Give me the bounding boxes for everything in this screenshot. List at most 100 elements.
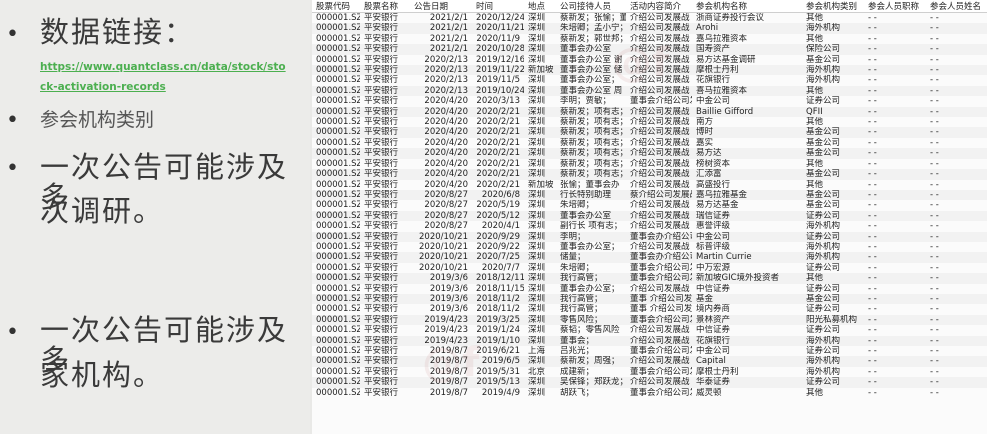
table-cell[interactable]: 摩根士丹利 [692, 65, 802, 76]
table-cell[interactable]: 000001.SZ [312, 148, 360, 159]
table-row[interactable]: 000001.SZ 平安银行 2019/4/23 2019/3/25 深圳 零售风险； 董事… [312, 314, 987, 326]
table-cell[interactable]: - - [864, 377, 926, 388]
table-cell[interactable]: 介绍公司发展战 [626, 335, 692, 346]
table-cell[interactable]: 其他 [802, 34, 864, 44]
table-cell[interactable]: Capital [692, 356, 802, 367]
table-cell[interactable]: Martin Currie [692, 252, 802, 263]
table-cell[interactable]: 平安银行 [360, 242, 410, 252]
table-cell[interactable]: 深圳 [524, 75, 556, 85]
table-cell[interactable]: 2019/5/31 [472, 367, 524, 377]
table-cell[interactable]: - - [926, 252, 987, 263]
table-cell[interactable]: - - [864, 117, 926, 127]
table-cell[interactable]: 平安银行 [360, 127, 410, 138]
table-cell[interactable]: - - [864, 75, 926, 85]
table-cell[interactable]: 平安银行 [360, 263, 410, 273]
table-cell[interactable]: 深圳 [524, 314, 556, 326]
table-cell[interactable]: 000001.SZ [312, 106, 360, 118]
table-cell[interactable]: 深圳 [524, 55, 556, 65]
table-cell[interactable]: - - [864, 169, 926, 180]
table-cell[interactable]: 其他 [802, 388, 864, 398]
table-cell[interactable]: 证券公司 [802, 210, 864, 222]
table-row[interactable]: 000001.SZ 平安银行 2021/2/1 2020/12/24 深圳 蔡新发；张愉；… [312, 13, 987, 24]
table-cell[interactable]: - - [864, 252, 926, 263]
table-cell[interactable]: 中万宏源 [692, 263, 802, 273]
table-cell[interactable]: 董事 介绍公司发展战 [626, 293, 692, 305]
table-cell[interactable]: 董事会办介绍公司发展战 [626, 231, 692, 242]
table-cell[interactable]: 证券公司 [802, 231, 864, 242]
table-cell[interactable]: 朱培卿； [556, 263, 626, 273]
table-cell[interactable]: 平安银行 [360, 96, 410, 106]
table-cell[interactable]: 2020/4/20 [410, 169, 472, 180]
table-cell[interactable]: 000001.SZ [312, 13, 360, 24]
table-cell[interactable]: 2019/8/7 [410, 377, 472, 388]
table-row[interactable]: 000001.SZ 平安银行 2020/4/20 2020/2/21 深圳 蔡新发；项有志… [312, 159, 987, 169]
table-cell[interactable]: 华泰证券 [692, 377, 802, 388]
table-cell[interactable]: 2019/11/5 [472, 75, 524, 85]
table-cell[interactable]: 介绍公司发展战 [626, 23, 692, 34]
table-cell[interactable]: 深圳 [524, 200, 556, 210]
table-cell[interactable]: 平安银行 [360, 314, 410, 326]
table-cell[interactable]: - - [926, 148, 987, 159]
table-cell[interactable]: 新加坡GIC境外投资者 [692, 273, 802, 284]
table-row[interactable]: 000001.SZ 平安银行 2020/8/27 2020/5/12 深圳 董事会办公室介… [312, 210, 987, 222]
table-cell[interactable]: 000001.SZ [312, 325, 360, 335]
table-row[interactable]: 000001.SZ 平安银行 2020/10/21 2020/7/25 深圳 储量； 董事会… [312, 252, 987, 263]
table-cell[interactable]: - - [926, 335, 987, 346]
table-cell[interactable]: 易方达基金 [692, 200, 802, 210]
table-row[interactable]: 000001.SZ 平安银行 2020/10/21 2020/9/22 深圳 董事会办公室… [312, 242, 987, 252]
table-cell[interactable]: 平安银行 [360, 221, 410, 231]
table-cell[interactable]: 董事会办公室； [556, 284, 626, 294]
table-cell[interactable]: 2020/2/21 [472, 127, 524, 138]
table-cell[interactable]: 介绍公司发展战 [626, 127, 692, 138]
table-cell[interactable]: 平安银行 [360, 75, 410, 85]
table-cell[interactable]: 介绍公司发展战 [626, 221, 692, 231]
table-cell[interactable]: 介绍公司发展战 [626, 55, 692, 65]
table-cell[interactable]: 2020/5/19 [472, 200, 524, 210]
table-cell[interactable]: - - [864, 34, 926, 44]
table-row[interactable]: 000001.SZ 平安银行 2019/3/6 2018/11/2 深圳 我行高管； 董事 … [312, 304, 987, 314]
table-cell[interactable]: - - [926, 346, 987, 356]
table-row[interactable]: 000001.SZ 平安银行 2020/4/20 2020/2/21 深圳 蔡新发；项有志… [312, 169, 987, 180]
table-cell[interactable]: 蔡介绍公司发展战 [626, 189, 692, 201]
table-cell[interactable]: 2020/4/20 [410, 159, 472, 169]
table-cell[interactable]: 2019/8/7 [410, 356, 472, 367]
table-cell[interactable]: 2020/10/28 [472, 44, 524, 55]
table-cell[interactable]: 基金公司 [802, 189, 864, 201]
table-cell[interactable]: 平安银行 [360, 106, 410, 118]
table-cell[interactable]: - - [926, 13, 987, 24]
table-cell[interactable]: - - [926, 210, 987, 222]
table-cell[interactable]: 汇添富 [692, 169, 802, 180]
table-cell[interactable]: 成建新； [556, 367, 626, 377]
table-cell[interactable]: 摩根士丹利 [692, 367, 802, 377]
table-cell[interactable]: 阳光私募机构 [802, 314, 864, 326]
table-cell[interactable]: 李明； [556, 231, 626, 242]
table-cell[interactable]: 深圳 [524, 210, 556, 222]
table-cell[interactable]: 平安银行 [360, 377, 410, 388]
table-cell[interactable]: - - [926, 356, 987, 367]
table-row[interactable]: 000001.SZ 平安银行 2020/2/13 2019/12/16 深圳 董事会办公室… [312, 55, 987, 65]
table-cell[interactable]: 董事会介绍公司发展战 [626, 263, 692, 273]
table-cell[interactable]: 000001.SZ [312, 75, 360, 85]
table-cell[interactable]: 2020/7/7 [472, 263, 524, 273]
table-cell[interactable]: 深圳 [524, 13, 556, 24]
table-cell[interactable]: QFII [802, 106, 864, 118]
table-cell[interactable]: 基金公司 [802, 293, 864, 305]
table-cell[interactable]: 2020/12/24 [472, 13, 524, 24]
table-row[interactable]: 000001.SZ 平安银行 2020/10/21 2020/7/7 深圳 朱培卿； 董事会… [312, 263, 987, 273]
table-cell[interactable]: 基金公司 [802, 200, 864, 210]
table-cell[interactable]: 深圳 [524, 231, 556, 242]
table-cell[interactable]: 2020/2/21 [472, 148, 524, 159]
table-row[interactable]: 000001.SZ 平安银行 2021/2/1 2020/11/9 深圳 蔡新发；郭世邦；… [312, 34, 987, 44]
table-cell[interactable]: 2020/4/20 [410, 117, 472, 127]
table-cell[interactable]: 000001.SZ [312, 210, 360, 222]
table-cell[interactable]: 其他 [802, 13, 864, 24]
table-cell[interactable]: - - [864, 127, 926, 138]
table-cell[interactable]: - - [926, 200, 987, 210]
table-cell[interactable]: 深圳 [524, 106, 556, 118]
table-cell[interactable]: - - [926, 242, 987, 252]
table-cell[interactable]: 惠誉评级 [692, 221, 802, 231]
table-cell[interactable]: 2019/4/23 [410, 335, 472, 346]
table-cell[interactable]: 000001.SZ [312, 34, 360, 44]
table-cell[interactable]: - - [864, 138, 926, 148]
table-cell[interactable]: - - [864, 210, 926, 222]
